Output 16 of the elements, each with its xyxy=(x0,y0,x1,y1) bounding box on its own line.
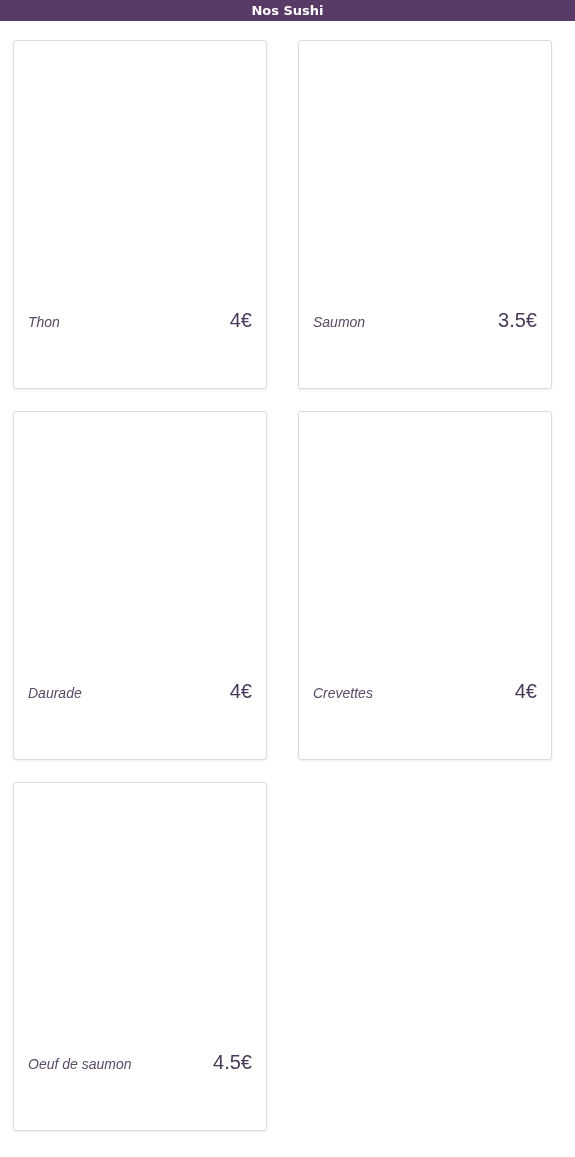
product-price: 4€ xyxy=(229,309,252,332)
page-title: Nos Sushi xyxy=(251,3,324,18)
product-price: 3.5€ xyxy=(498,309,537,332)
product-card[interactable]: Saumon 3.5€ xyxy=(298,40,552,389)
product-card[interactable]: Thon 4€ xyxy=(13,40,267,389)
product-price: 4€ xyxy=(514,680,537,703)
product-card[interactable]: Daurade 4€ xyxy=(13,411,267,760)
product-name: Daurade xyxy=(28,685,82,701)
product-name: Oeuf de saumon xyxy=(28,1056,132,1072)
product-name: Saumon xyxy=(313,314,366,330)
product-card[interactable]: Crevettes 4€ xyxy=(298,411,552,760)
product-price: 4.5€ xyxy=(213,1051,252,1074)
product-name: Crevettes xyxy=(313,685,373,701)
product-card[interactable]: Oeuf de saumon 4.5€ xyxy=(13,782,267,1131)
product-name: Thon xyxy=(28,314,60,330)
product-price: 4€ xyxy=(229,680,252,703)
